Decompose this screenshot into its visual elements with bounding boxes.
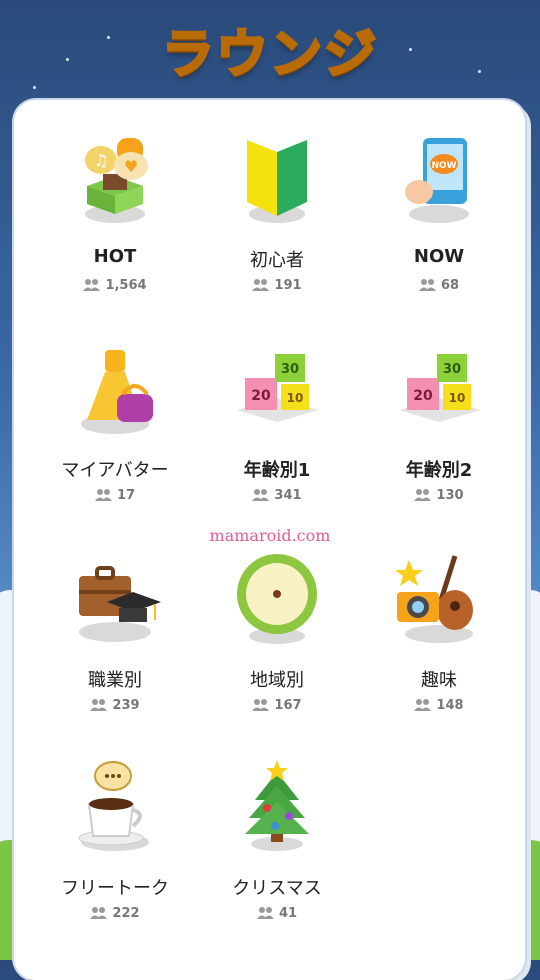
age-blocks-icon: 20 30 10 xyxy=(399,354,481,422)
lounge-name: 初心者 xyxy=(250,250,304,271)
lounge-name: 年齢別1 xyxy=(243,460,311,481)
lounge-name: フリートーク xyxy=(61,878,169,899)
lounge-name: クリスマス xyxy=(232,878,322,899)
lounge-name: NOW xyxy=(413,246,465,267)
lounge-item-now[interactable]: NOW NOW 68 xyxy=(358,100,520,305)
members-icon xyxy=(252,279,270,291)
member-count: 341 xyxy=(196,488,358,503)
member-count: 167 xyxy=(196,698,358,713)
lounge-item-my-avatar[interactable]: マイアバター 17 xyxy=(34,310,196,515)
lounge-item-region[interactable]: 地域別 167 xyxy=(196,520,358,725)
lounge-item-age-2[interactable]: 20 30 10 年齢別2 130 xyxy=(358,310,520,515)
lounge-item-age-1[interactable]: 20 30 10 年齢別1 341 xyxy=(196,310,358,515)
member-count: 17 xyxy=(34,488,196,503)
beginner-mark-icon xyxy=(247,140,307,223)
member-count: 68 xyxy=(358,278,520,293)
members-icon xyxy=(90,699,108,711)
lounge-name: 趣味 xyxy=(421,670,457,691)
page-title: ラウンジ xyxy=(160,24,378,87)
lounge-item-occupation[interactable]: 職業別 239 xyxy=(34,520,196,725)
age-blocks-icon: 20 30 10 xyxy=(237,354,319,422)
members-icon xyxy=(252,489,270,501)
lounge-item-free-talk[interactable]: フリートーク 222 xyxy=(34,728,196,933)
svg-text:NOW: NOW xyxy=(431,161,456,171)
lounge-name: 職業別 xyxy=(88,670,142,691)
members-icon xyxy=(256,907,274,919)
svg-text:30: 30 xyxy=(443,362,461,377)
svg-text:20: 20 xyxy=(413,388,433,404)
lounge-name: マイアバター xyxy=(61,460,169,481)
member-count: 130 xyxy=(358,488,520,503)
lounge-item-hot[interactable]: ♫ ♥ HOT 1,564 xyxy=(34,100,196,305)
svg-text:♥: ♥ xyxy=(124,157,138,176)
svg-text:30: 30 xyxy=(281,362,299,377)
lounge-item-beginner[interactable]: 初心者 191 xyxy=(196,100,358,305)
briefcase-graduation-icon xyxy=(79,566,161,642)
svg-text:10: 10 xyxy=(287,391,304,405)
member-count: 191 xyxy=(196,278,358,293)
member-count: 148 xyxy=(358,698,520,713)
svg-text:20: 20 xyxy=(251,388,271,404)
guitar-camera-icon xyxy=(395,555,473,643)
members-icon xyxy=(418,279,436,291)
members-icon xyxy=(90,907,108,919)
dress-bag-icon xyxy=(81,350,153,434)
watermark: mamaroid.com xyxy=(209,526,331,545)
members-icon xyxy=(83,279,101,291)
gift-box-icon: ♫ ♥ xyxy=(85,138,148,223)
member-count: 41 xyxy=(196,906,358,921)
member-count: 239 xyxy=(34,698,196,713)
members-icon xyxy=(94,489,112,501)
lounge-name: HOT xyxy=(93,246,137,267)
christmas-tree-icon xyxy=(245,760,309,851)
phone-now-icon: NOW xyxy=(405,138,469,223)
member-count: 222 xyxy=(34,906,196,921)
members-icon xyxy=(252,699,270,711)
svg-text:♫: ♫ xyxy=(94,151,108,170)
lounge-item-hobby[interactable]: 趣味 148 xyxy=(358,520,520,725)
members-icon xyxy=(414,699,432,711)
members-icon xyxy=(414,489,432,501)
lounge-name: 年齢別2 xyxy=(405,460,473,481)
member-count: 1,564 xyxy=(34,278,196,293)
compass-icon xyxy=(237,554,317,644)
svg-text:10: 10 xyxy=(449,391,466,405)
coffee-cup-icon xyxy=(78,761,149,851)
lounge-item-christmas[interactable]: クリスマス 41 xyxy=(196,728,358,933)
lounge-name: 地域別 xyxy=(250,670,304,691)
